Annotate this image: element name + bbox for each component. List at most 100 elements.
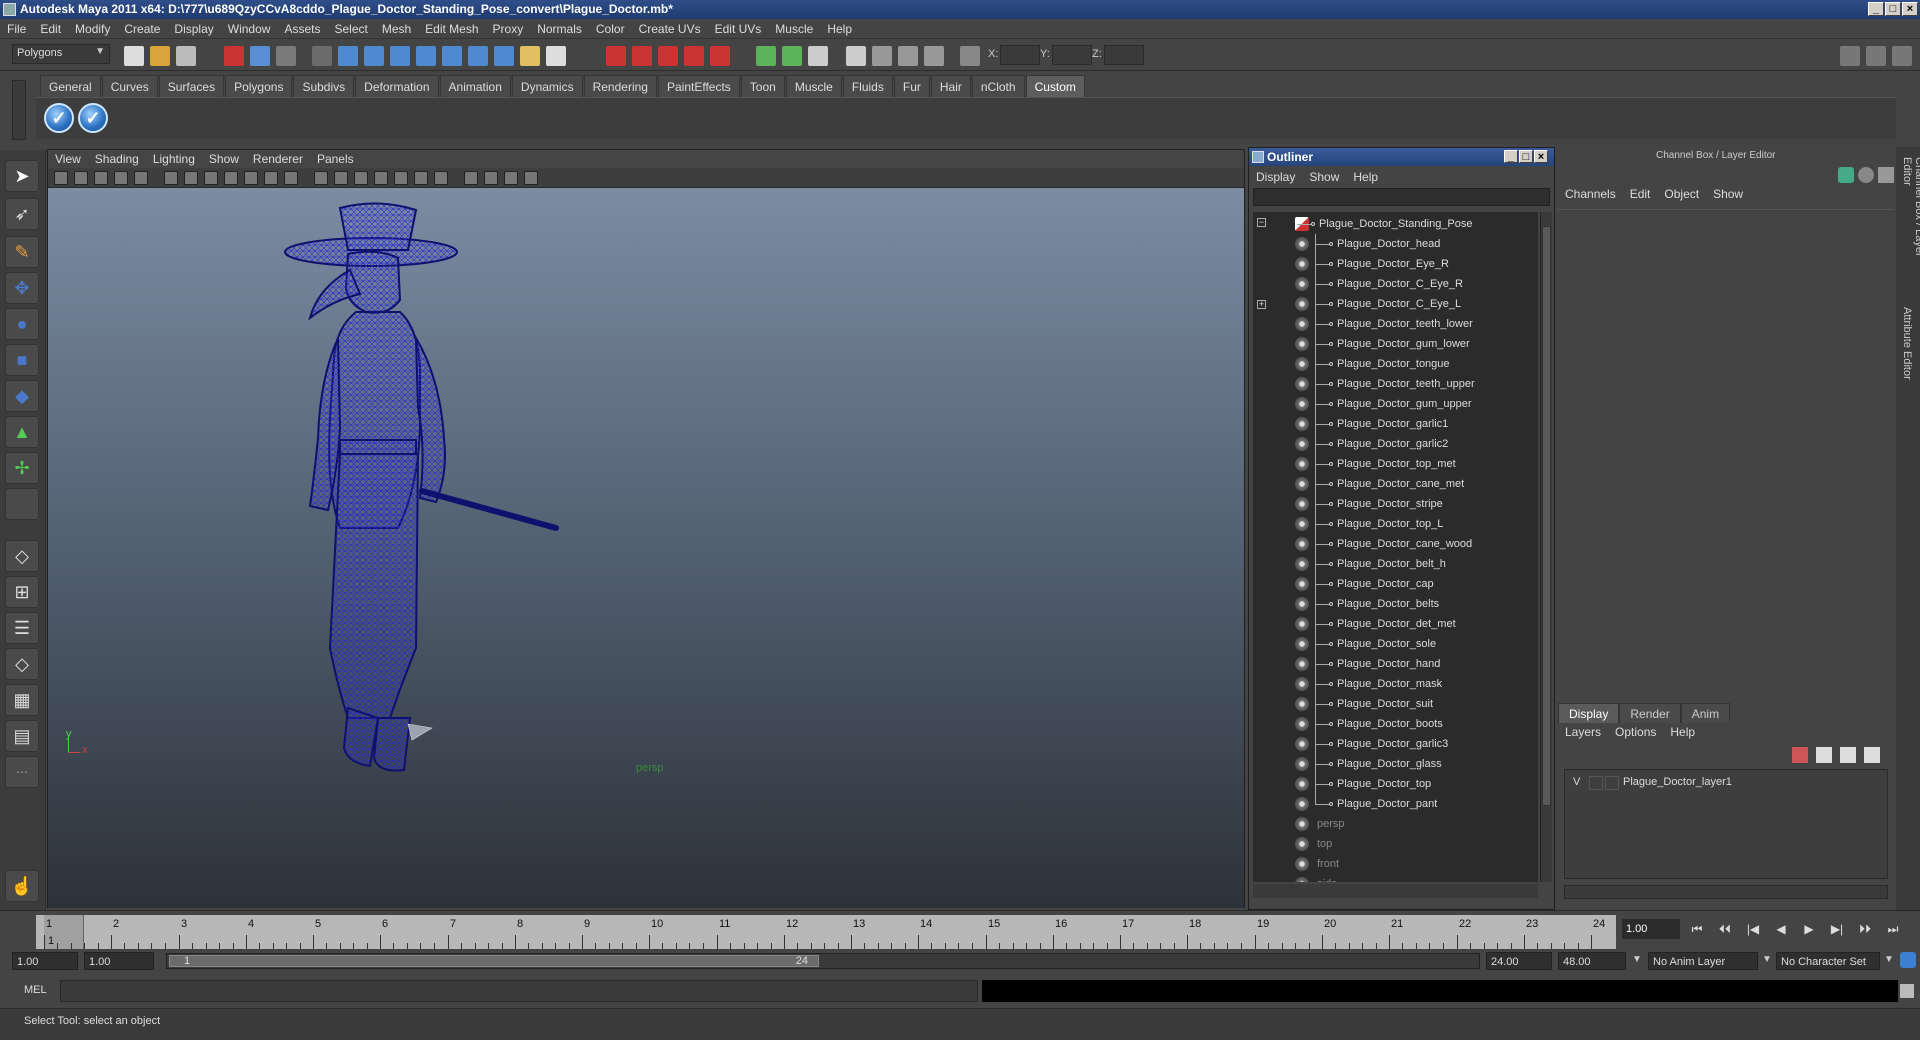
- xray-joints-icon[interactable]: [504, 171, 518, 185]
- sphere-icon[interactable]: [1858, 167, 1874, 183]
- shelf-tab-toon[interactable]: Toon: [740, 75, 785, 97]
- hypershade-layout-icon[interactable]: ▦: [5, 684, 39, 716]
- character-set-selector[interactable]: No Character Set: [1776, 952, 1880, 970]
- outliner-item[interactable]: Plague_Doctor_head: [1253, 234, 1538, 254]
- shelf-tab-dynamics[interactable]: Dynamics: [511, 75, 583, 97]
- menu-modify[interactable]: Modify: [68, 19, 117, 39]
- layer-tab-anim[interactable]: Anim: [1680, 703, 1731, 723]
- shelf-tab-painteffects[interactable]: PaintEffects: [657, 75, 740, 97]
- show-channel-box-icon[interactable]: [1866, 46, 1886, 66]
- outliner-item[interactable]: Plague_Doctor_belts: [1253, 594, 1538, 614]
- hypershade-icon[interactable]: [684, 46, 704, 66]
- shelf-menu-handle[interactable]: [12, 80, 26, 140]
- outliner-hscrollbar[interactable]: [1253, 884, 1538, 898]
- shelf-tab-ncloth[interactable]: nCloth: [971, 75, 1025, 97]
- snap-view-icon[interactable]: [468, 46, 488, 66]
- shelf-tab-curves[interactable]: Curves: [101, 75, 158, 97]
- scale-tool-icon[interactable]: ■: [5, 344, 39, 376]
- play-backwards-icon[interactable]: ◀: [1772, 921, 1790, 937]
- rename-icon[interactable]: [782, 46, 802, 66]
- snap-point-icon[interactable]: [390, 46, 410, 66]
- outliner-item[interactable]: Plague_Doctor_cane_wood: [1253, 534, 1538, 554]
- shadows-icon[interactable]: [414, 171, 428, 185]
- graph-editor-layout-icon[interactable]: ◇: [5, 648, 39, 680]
- outliner-item[interactable]: Plague_Doctor_cane_met: [1253, 474, 1538, 494]
- outliner-item[interactable]: Plague_Doctor_gum_lower: [1253, 334, 1538, 354]
- show-attribute-editor-icon[interactable]: [1840, 46, 1860, 66]
- soft-modify-icon[interactable]: ▲: [5, 416, 39, 448]
- wireframe-icon[interactable]: [314, 171, 328, 185]
- layer-name[interactable]: Plague_Doctor_layer1: [1623, 776, 1732, 788]
- step-forward-key-icon[interactable]: ⏵⏵: [1856, 921, 1874, 937]
- z-field[interactable]: [1104, 45, 1144, 65]
- render-view-icon[interactable]: [710, 46, 730, 66]
- channel-box-menu-edit[interactable]: Edit: [1623, 185, 1658, 203]
- menu-assets[interactable]: Assets: [277, 19, 327, 39]
- shelf-tab-muscle[interactable]: Muscle: [785, 75, 842, 97]
- snap-curve-icon[interactable]: [364, 46, 384, 66]
- outliner-item[interactable]: Plague_Doctor_top_met: [1253, 454, 1538, 474]
- minimize-button[interactable]: _: [1868, 2, 1884, 16]
- menu-help[interactable]: Help: [820, 19, 859, 39]
- render-settings-icon[interactable]: [658, 46, 678, 66]
- channel-box-menu-object[interactable]: Object: [1657, 185, 1706, 203]
- transform-relative-icon[interactable]: [846, 46, 866, 66]
- outliner-root-item[interactable]: Plague_Doctor_Standing_Pose: [1253, 214, 1538, 234]
- mel-label[interactable]: MEL: [24, 984, 47, 996]
- range-thumb[interactable]: 1 24: [169, 955, 819, 967]
- xyz-lock-icon[interactable]: [960, 46, 980, 66]
- shelf-tab-subdivs[interactable]: Subdivs: [293, 75, 355, 97]
- last-tool-icon[interactable]: [5, 488, 39, 520]
- open-scene-icon[interactable]: [150, 46, 170, 66]
- chevron-down-icon[interactable]: ▼: [1632, 954, 1642, 965]
- shelf-tab-rendering[interactable]: Rendering: [583, 75, 657, 97]
- transform-absolute-icon[interactable]: [872, 46, 892, 66]
- channel-box-menu-channels[interactable]: Channels: [1558, 185, 1623, 203]
- shelf-tab-surfaces[interactable]: Surfaces: [158, 75, 225, 97]
- move-tool-icon[interactable]: ✥: [5, 272, 39, 304]
- lasso-tool-icon[interactable]: ➶: [5, 198, 39, 230]
- use-lights-icon[interactable]: [394, 171, 408, 185]
- chevron-down-icon[interactable]: ▼: [1762, 954, 1772, 965]
- viewport-menu-view[interactable]: View: [48, 150, 88, 168]
- shelf-tab-hair[interactable]: Hair: [930, 75, 971, 97]
- time-slider-track[interactable]: 1 2 3 4 5 6 7 8 9 10 11 12 13 14 15 16 17 18 19 20 21 22 23 24 1: [36, 915, 1616, 949]
- outliner-item[interactable]: Plague_Doctor_belt_h: [1253, 554, 1538, 574]
- single-perspective-layout-icon[interactable]: ◇: [5, 540, 39, 572]
- play-forwards-icon[interactable]: ▶: [1800, 921, 1818, 937]
- high-quality-icon[interactable]: [434, 171, 448, 185]
- layer-menu-layers[interactable]: Layers: [1558, 723, 1608, 741]
- menu-proxy[interactable]: Proxy: [486, 19, 531, 39]
- layer-menu-options[interactable]: Options: [1608, 723, 1663, 741]
- outliner-item[interactable]: Plague_Doctor_garlic2: [1253, 434, 1538, 454]
- show-manipulator-icon[interactable]: ✢: [5, 452, 39, 484]
- menu-display[interactable]: Display: [167, 19, 220, 39]
- safe-title-icon[interactable]: [284, 171, 298, 185]
- layer-menu-help[interactable]: Help: [1663, 723, 1702, 741]
- menu-normals[interactable]: Normals: [530, 19, 589, 39]
- more-layouts-icon[interactable]: ⋯: [5, 756, 39, 788]
- layer-hscrollbar[interactable]: [1564, 885, 1888, 899]
- shelf-tab-deformation[interactable]: Deformation: [355, 75, 439, 97]
- outliner-camera-item[interactable]: side: [1253, 874, 1538, 882]
- persp-graph-layout-icon[interactable]: ▤: [5, 720, 39, 752]
- outliner-item[interactable]: Plague_Doctor_tongue: [1253, 354, 1538, 374]
- viewport-menu-renderer[interactable]: Renderer: [246, 150, 310, 168]
- resolution-gate-icon[interactable]: [204, 171, 218, 185]
- outliner-item[interactable]: Plague_Doctor_pant: [1253, 794, 1538, 814]
- viewport-menu-shading[interactable]: Shading: [88, 150, 146, 168]
- anim-end-field[interactable]: 48.00: [1558, 952, 1626, 970]
- save-scene-icon[interactable]: [176, 46, 196, 66]
- menu-edit[interactable]: Edit: [33, 19, 68, 39]
- menu-select[interactable]: Select: [327, 19, 374, 39]
- viewport-scene[interactable]: persp y x: [48, 188, 1244, 908]
- viewport-menu-show[interactable]: Show: [202, 150, 246, 168]
- outliner-item[interactable]: Plague_Doctor_cap: [1253, 574, 1538, 594]
- x-field[interactable]: [1000, 45, 1040, 65]
- layer-playback-toggle[interactable]: [1589, 776, 1603, 790]
- safe-action-icon[interactable]: [264, 171, 278, 185]
- outliner-scroll-thumb[interactable]: [1542, 226, 1551, 806]
- numeric-input-icon[interactable]: [808, 46, 828, 66]
- xray-icon[interactable]: [484, 171, 498, 185]
- range-bar[interactable]: 1 24: [166, 953, 1480, 969]
